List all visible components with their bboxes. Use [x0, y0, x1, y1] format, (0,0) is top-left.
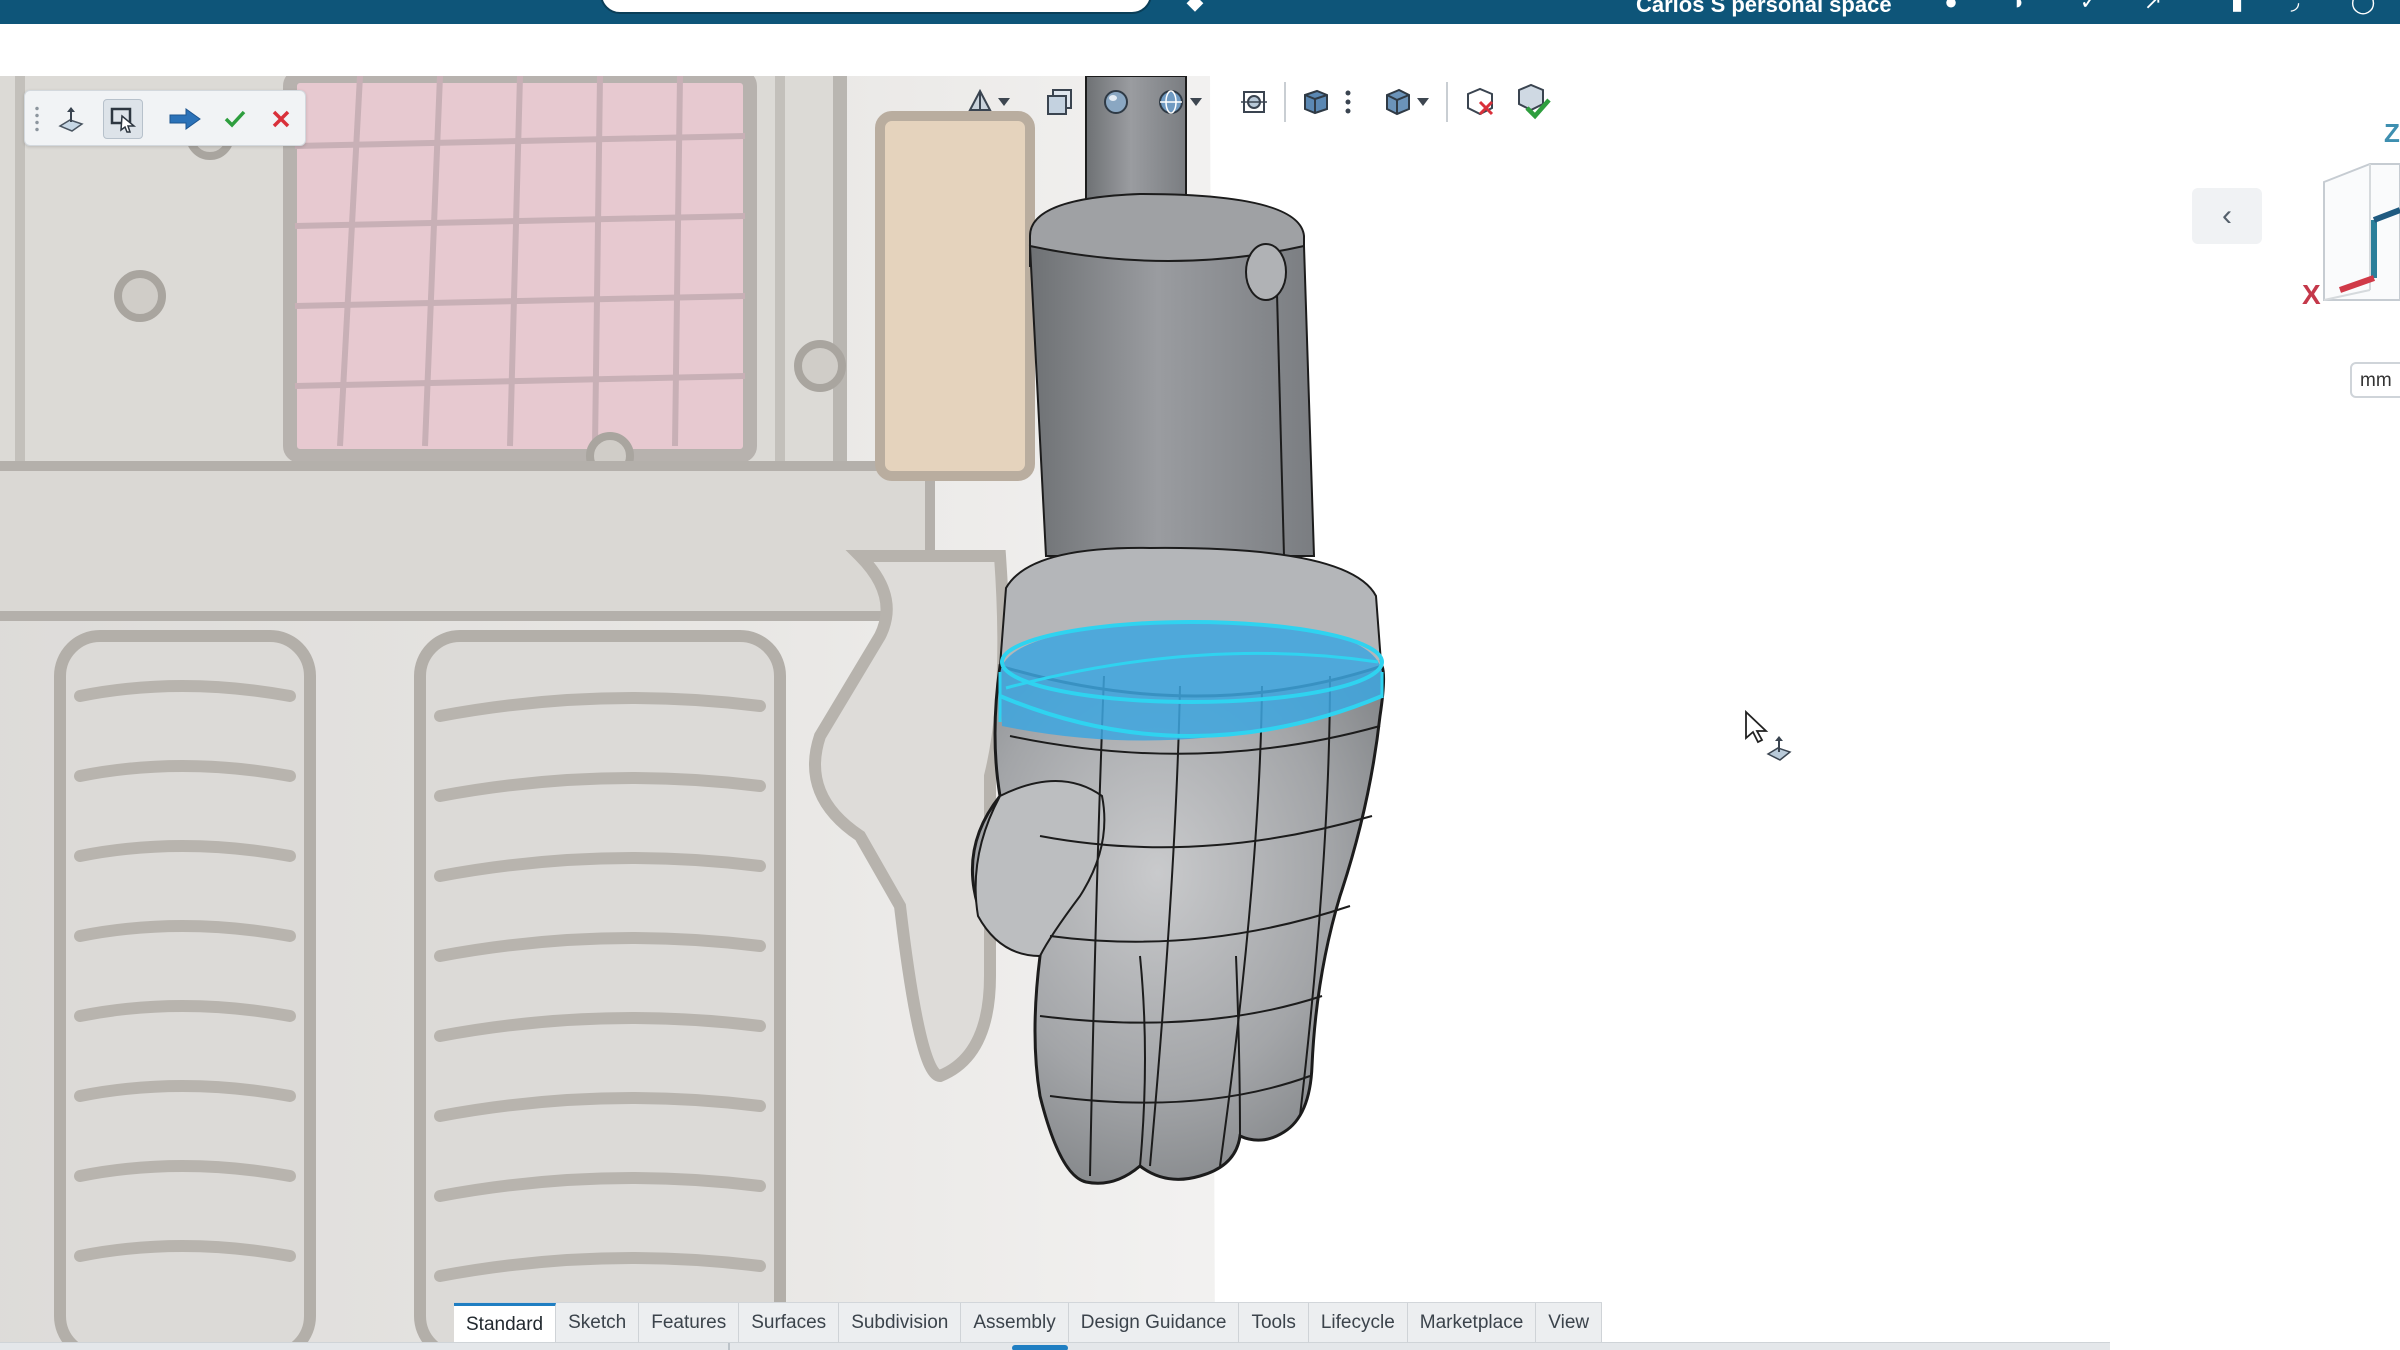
chat-icon[interactable]: ◗ — [2006, 0, 2032, 13]
tab-design-guidance[interactable]: Design Guidance — [1068, 1303, 1240, 1343]
units-indicator[interactable]: mm — [2350, 362, 2400, 398]
tab-marketplace[interactable]: Marketplace — [1407, 1303, 1537, 1343]
search-input[interactable] — [600, 0, 1152, 14]
plane-sketch-icon[interactable] — [51, 99, 91, 139]
tab-assembly[interactable]: Assembly — [961, 1303, 1069, 1343]
view-toolbar — [956, 76, 1576, 128]
tab-tools[interactable]: Tools — [1239, 1303, 1309, 1343]
user-avatar-icon[interactable]: ● — [1938, 0, 1964, 13]
tools-icon[interactable]: ✓ — [2076, 0, 2102, 13]
cancel-x-icon[interactable] — [261, 99, 301, 139]
top-bar: ◆ Carlos S personal space ● ◗ ✓ ↗ ▮ ◞ ◯ — [0, 0, 2400, 24]
view-orientation-icon[interactable] — [956, 82, 1020, 122]
apps-icon[interactable]: ◞ — [2282, 0, 2308, 13]
3d-viewport[interactable] — [0, 76, 2400, 1350]
show-all-icon[interactable] — [1508, 82, 1558, 122]
cube-view-icon[interactable] — [1376, 82, 1436, 122]
chevron-left-icon: ‹ — [2222, 199, 2232, 232]
workspace-label[interactable]: Carlos S personal space — [1636, 0, 1892, 18]
status-strip — [0, 1342, 2110, 1350]
view-cube[interactable]: Z X — [2290, 100, 2400, 330]
tab-standard[interactable]: Standard — [454, 1303, 557, 1343]
notification-icon[interactable]: ▮ — [2224, 0, 2250, 13]
mouse-cursor-icon — [1745, 710, 1792, 761]
collapse-panel-button[interactable]: ‹ — [2192, 188, 2262, 244]
tab-surfaces[interactable]: Surfaces — [739, 1303, 840, 1343]
cad-application: ◆ Carlos S personal space ● ◗ ✓ ↗ ▮ ◞ ◯ — [0, 0, 2400, 1350]
tab-lifecycle[interactable]: Lifecycle — [1308, 1303, 1408, 1343]
select-icon[interactable] — [103, 99, 143, 139]
zoom-fit-icon[interactable] — [1234, 82, 1274, 122]
named-views-icon[interactable] — [1296, 82, 1336, 122]
render-mode-icon[interactable] — [1096, 82, 1136, 122]
tab-sketch[interactable]: Sketch — [556, 1303, 640, 1343]
axis-z-label: Z — [2384, 118, 2400, 148]
tab-subdivision[interactable]: Subdivision — [839, 1303, 962, 1343]
display-style-icon[interactable] — [1150, 82, 1208, 122]
location-icon[interactable]: ◆ — [1182, 0, 1208, 13]
confirm-check-icon[interactable] — [215, 99, 255, 139]
more-options-icon[interactable] — [1336, 82, 1360, 122]
help-icon[interactable]: ◯ — [2350, 0, 2376, 13]
axis-x-label: X — [2302, 279, 2321, 310]
scroll-thumb[interactable] — [1012, 1345, 1068, 1350]
command-tab-bar: Standard Sketch Features Surfaces Subdivisio… — [454, 1302, 1603, 1343]
hand-model[interactable] — [0, 76, 2400, 1350]
feature-dialog-toolbar — [24, 90, 306, 146]
section-view-icon[interactable] — [1040, 82, 1080, 122]
next-arrow-icon[interactable] — [165, 99, 205, 139]
tab-features[interactable]: Features — [639, 1303, 740, 1343]
toolbar-strip — [0, 24, 2400, 76]
tab-view[interactable]: View — [1536, 1303, 1603, 1343]
rocket-icon[interactable]: ↗ — [2140, 0, 2166, 13]
hide-selected-icon[interactable] — [1458, 82, 1502, 122]
drag-handle[interactable] — [35, 105, 39, 133]
